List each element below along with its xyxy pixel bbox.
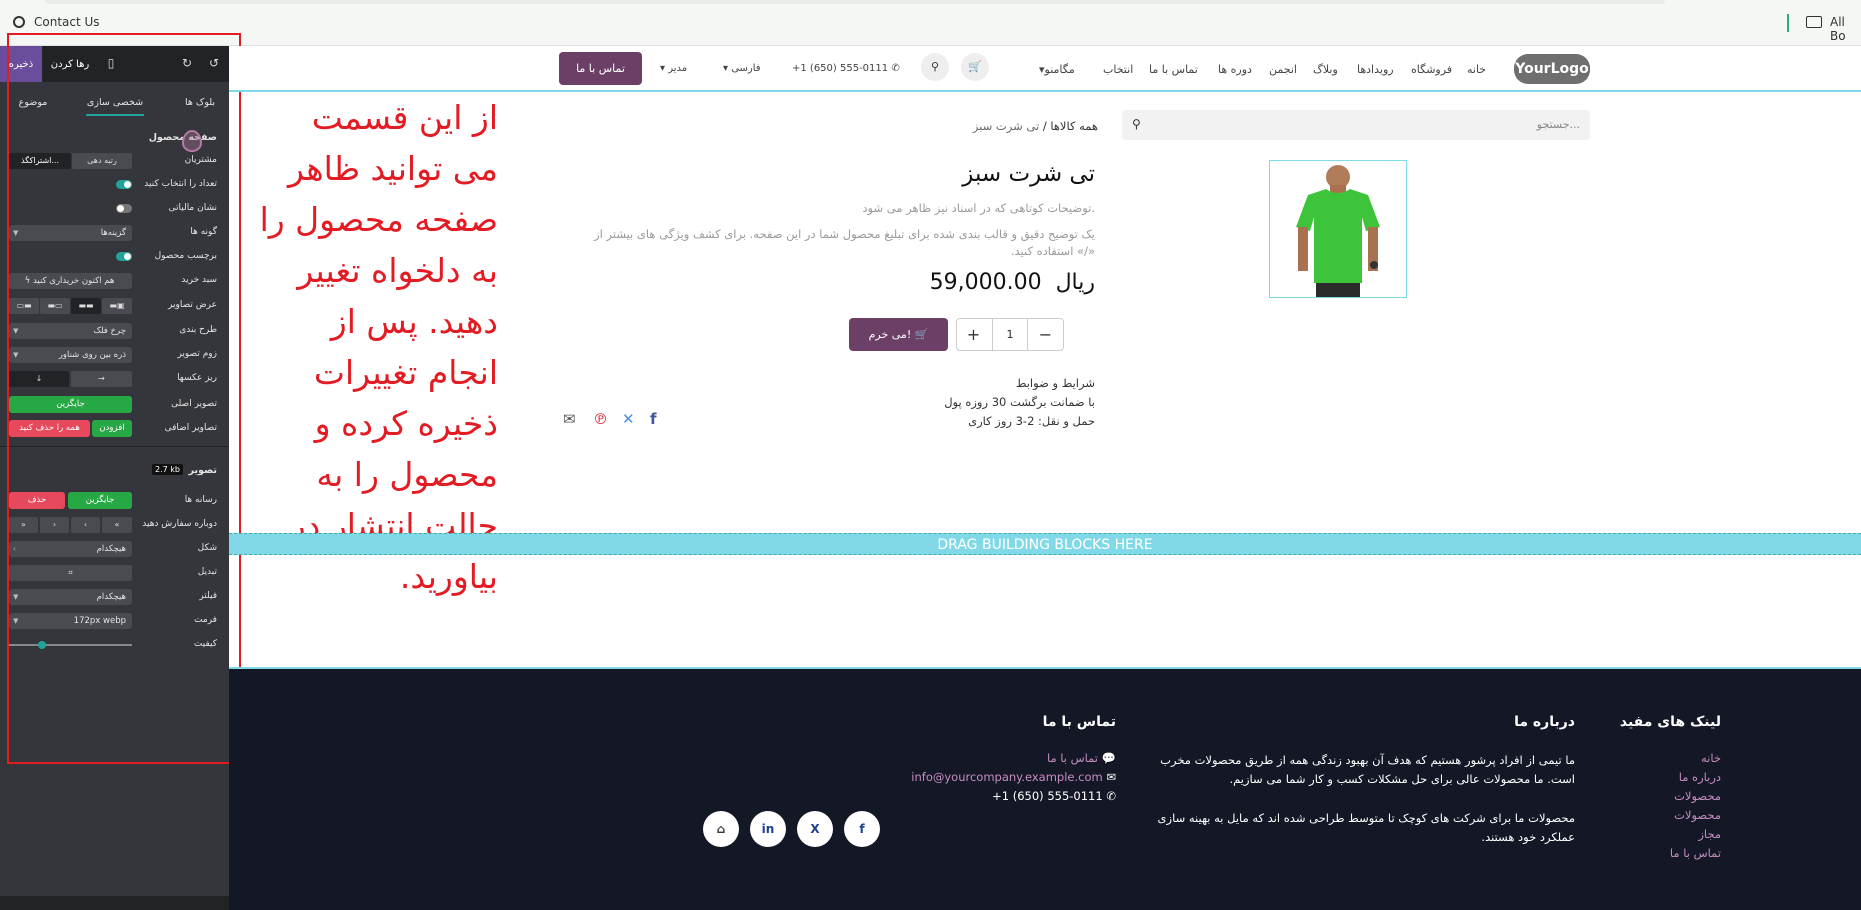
nav-mega-menu[interactable]: ▾مگامنو	[1039, 63, 1075, 76]
comment-icon: 💬	[1098, 751, 1116, 765]
annotation-highlight-box	[7, 33, 241, 764]
website-preview: تماس با ما ▾ مدیر ▾ فارسی +1 (650) 555-0…	[229, 46, 1861, 910]
footer-link-home[interactable]: خانه	[1701, 751, 1721, 765]
footer-email: info@yourcompany.example.com	[911, 770, 1103, 784]
header-phone[interactable]: +1 (650) 555-0111 ✆	[792, 63, 900, 74]
product-title: تی شرت سبز	[962, 161, 1095, 187]
shipping-text: حمل و نقل: 2-3 روز کاری	[968, 414, 1095, 428]
browser-bookmarks-bar: Contact Us All Bo	[0, 0, 1861, 46]
quantity-stepper: + 1 −	[956, 318, 1064, 351]
envelope-icon: ✉	[1106, 770, 1116, 784]
footer-contact-title: تماس با ما	[1042, 714, 1116, 730]
footer-link-legal[interactable]: مجاز	[1698, 827, 1721, 841]
bookmark-all-bookmarks[interactable]: All Bo	[1830, 15, 1861, 43]
site-logo[interactable]: YourLogo	[1514, 54, 1590, 84]
chevron-down-icon: ▾	[723, 63, 732, 74]
nav-contact[interactable]: تماس با ما	[1149, 63, 1198, 76]
phone-icon: ✆	[891, 63, 900, 74]
green-tshirt-image	[1270, 161, 1406, 297]
home-icon[interactable]: ⌂	[703, 811, 739, 847]
header-contact-button[interactable]: تماس با ما	[559, 52, 642, 85]
footer-contact-label: تماس با ما	[1046, 751, 1099, 765]
editor-bottom-bar	[0, 896, 229, 910]
breadcrumb: همه کالاها / تی شرت سبز	[973, 119, 1098, 133]
language-selector[interactable]: ▾ فارسی	[723, 63, 761, 74]
facebook-share-icon[interactable]: f	[650, 410, 657, 428]
site-header: تماس با ما ▾ مدیر ▾ فارسی +1 (650) 555-0…	[229, 46, 1861, 92]
nav-mega-menu-label: مگامنو	[1044, 63, 1075, 76]
cart-icon[interactable]: 🛒	[961, 53, 989, 81]
footer-about-title: درباره ما	[1514, 714, 1575, 730]
footer-link-contact[interactable]: تماس با ما	[1670, 846, 1721, 860]
nav-blog[interactable]: وبلاگ	[1313, 63, 1338, 76]
nav-events[interactable]: رویدادها	[1357, 63, 1394, 76]
linkedin-icon[interactable]: in	[750, 811, 786, 847]
bookmark-contact-us[interactable]: Contact Us	[34, 15, 100, 29]
price-amount: 59,000.00	[929, 270, 1042, 295]
footer-link-about[interactable]: درباره ما	[1679, 770, 1721, 784]
search-icon[interactable]: ⚲	[1132, 117, 1141, 131]
nav-selection[interactable]: انتخاب	[1103, 63, 1133, 76]
phone-icon: ✆	[1106, 789, 1116, 803]
add-to-cart-label: می خرم!	[868, 328, 912, 341]
footer-contact-link[interactable]: 💬 تماس با ما	[1047, 751, 1116, 765]
quantity-value[interactable]: 1	[992, 319, 1028, 350]
product-short-description: توضیحات کوتاهی که در اسناد نیز ظاهر می ش…	[862, 201, 1095, 215]
footer-link-products-2[interactable]: محصولات	[1674, 808, 1721, 822]
admin-menu[interactable]: ▾ مدیر	[660, 63, 687, 74]
nav-forum[interactable]: انجمن	[1269, 63, 1297, 76]
increase-qty-button[interactable]: +	[957, 319, 990, 350]
nav-shop[interactable]: فروشگاه	[1411, 63, 1452, 76]
globe-icon	[13, 16, 25, 28]
breadcrumb-current: تی شرت سبز	[972, 119, 1040, 133]
product-long-description: یک توضیح دقیق و قالب بندی شده برای تبلیغ…	[594, 227, 1095, 258]
chevron-down-icon: ▾	[660, 63, 669, 74]
add-to-cart-button[interactable]: می خرم! 🛒	[849, 318, 948, 351]
search-icon[interactable]: ⚲	[921, 53, 949, 81]
breadcrumb-all-products[interactable]: همه کالاها	[1050, 119, 1098, 133]
drag-blocks-dropzone[interactable]: DRAG BUILDING BLOCKS HERE	[229, 533, 1861, 555]
x-twitter-icon[interactable]: X	[797, 811, 833, 847]
bookmark-divider	[1787, 14, 1789, 32]
terms-link[interactable]: شرایط و ضوابط	[1016, 376, 1095, 390]
footer-phone: +1 (650) 555-0111	[992, 789, 1103, 803]
search-placeholder: جستجو...	[1536, 118, 1580, 131]
facebook-icon[interactable]: f	[844, 811, 880, 847]
admin-label: مدیر	[668, 63, 688, 74]
price-currency: ریال	[1055, 270, 1095, 295]
decrease-qty-button[interactable]: −	[1029, 319, 1062, 350]
product-price: 59,000.00 ریال	[930, 270, 1095, 295]
footer-link-products[interactable]: محصولات	[1674, 789, 1721, 803]
breadcrumb-separator: /	[1042, 119, 1047, 133]
nav-courses[interactable]: دوره ها	[1218, 63, 1252, 76]
guarantee-text: با ضمانت برگشت 30 روزه پول	[944, 395, 1095, 409]
address-bar-edge	[45, 0, 1665, 4]
footer-about-paragraph-1: ما تیمی از افراد پرشور هستیم که هدف آن ب…	[1160, 753, 1575, 786]
folder-icon	[1806, 16, 1822, 28]
email-share-icon[interactable]: ✉	[563, 410, 576, 428]
footer-links-title: لینک های مفید	[1619, 714, 1721, 730]
footer-email-link[interactable]: info@yourcompany.example.com ✉	[911, 770, 1116, 784]
pinterest-share-icon[interactable]: ℗	[593, 410, 608, 428]
site-footer: لینک های مفید خانه درباره ما محصولات محص…	[229, 669, 1861, 910]
footer-about-paragraph-2: محصولات ما برای شرکت های کوچک تا متوسط ط…	[1157, 811, 1575, 844]
x-share-icon[interactable]: ✕	[622, 410, 635, 428]
product-image[interactable]	[1269, 160, 1407, 298]
nav-home[interactable]: خانه	[1467, 63, 1486, 76]
footer-phone-link[interactable]: +1 (650) 555-0111 ✆	[992, 789, 1116, 803]
product-search-input[interactable]: جستجو... ⚲	[1122, 110, 1590, 140]
language-label: فارسی	[731, 63, 761, 74]
cart-icon: 🛒	[914, 328, 929, 341]
phone-number: +1 (650) 555-0111	[792, 63, 889, 74]
header-separator	[229, 90, 1861, 92]
